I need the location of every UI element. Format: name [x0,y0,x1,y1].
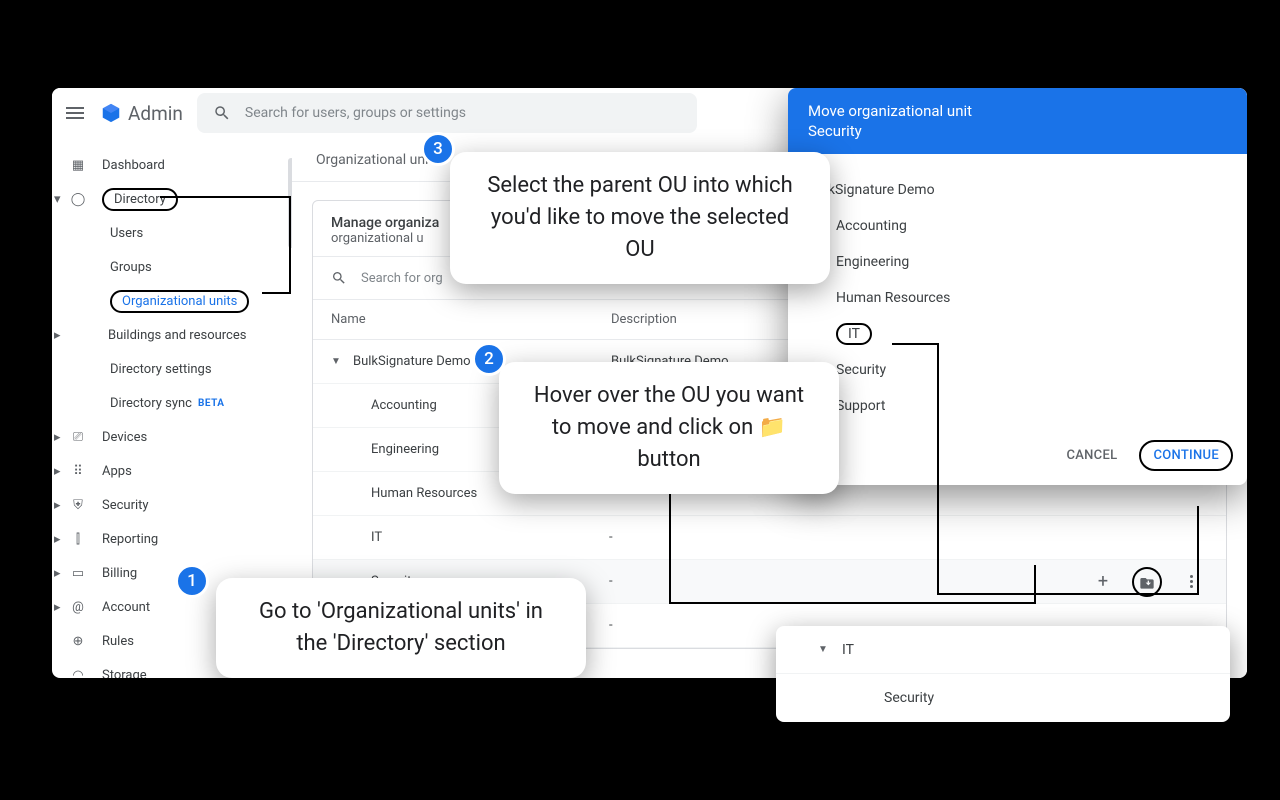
move-dialog: Move organizational unit Security BulkSi… [788,88,1247,485]
ou-option[interactable]: Human Resources [808,280,1227,316]
step-badge-3: 3 [421,132,455,166]
ou-option[interactable]: Accounting [808,208,1227,244]
sidebar-item-dashboard[interactable]: ▦Dashboard [52,148,292,182]
sidebar-item-devices[interactable]: ▸⎚Devices [52,420,292,454]
table-row[interactable]: IT- [313,516,1226,560]
step-badge-1: 1 [175,564,209,598]
sidebar-item-directory[interactable]: ▾◯Directory [52,182,292,216]
callout-1: Go to 'Organizational units' in the 'Dir… [216,578,586,678]
dialog-title: Move organizational unit [808,102,1227,120]
ou-option[interactable]: BulkSignature Demo [808,172,1227,208]
ou-option[interactable]: Support [808,388,1227,424]
search-icon [331,270,347,286]
col-name: Name [331,312,611,327]
add-button[interactable]: + [1088,567,1118,597]
result-parent-row[interactable]: ▼IT [776,626,1230,674]
hamburger-menu-icon[interactable] [66,107,84,119]
sidebar-item-groups[interactable]: Groups [52,250,292,284]
step-badge-2: 2 [472,342,506,376]
search-placeholder: Search for users, groups or settings [245,105,466,121]
sidebar-item-dir-settings[interactable]: Directory settings [52,352,292,386]
sidebar-item-buildings[interactable]: ▸Buildings and resources [52,318,292,352]
sidebar-item-apps[interactable]: ▸⠿Apps [52,454,292,488]
folder-move-icon [1139,575,1155,589]
sidebar-item-security[interactable]: ▸⛨Security [52,488,292,522]
cancel-button[interactable]: CANCEL [1054,440,1129,471]
sidebar-item-reporting[interactable]: ▸⫿Reporting [52,522,292,556]
search-input[interactable]: Search for users, groups or settings [197,93,697,133]
continue-button[interactable]: CONTINUE [1139,440,1233,471]
result-child-row[interactable]: Security [776,674,1230,722]
callout-2: Hover over the OU you want to move and c… [499,362,839,494]
col-desc: Description [611,312,677,327]
callout-3: Select the parent OU into which you'd li… [450,152,830,284]
brand-logo: Admin [100,102,183,125]
sidebar-item-org-units[interactable]: Organizational units [52,284,292,318]
ou-option-selected[interactable]: IT [808,316,1227,352]
more-button[interactable] [1176,567,1206,597]
sidebar-item-users[interactable]: Users [52,216,292,250]
ou-option[interactable]: Engineering [808,244,1227,280]
ou-option[interactable]: Security [808,352,1227,388]
expand-icon[interactable]: ▼ [818,644,842,655]
result-preview: ▼IT Security [776,626,1230,722]
search-icon [213,104,231,122]
move-button[interactable] [1132,567,1162,597]
expand-icon[interactable]: ▼ [331,356,353,367]
sidebar-item-dir-sync[interactable]: Directory syncBETA [52,386,292,420]
brand-text: Admin [128,102,183,125]
dialog-subtitle: Security [808,122,1227,140]
